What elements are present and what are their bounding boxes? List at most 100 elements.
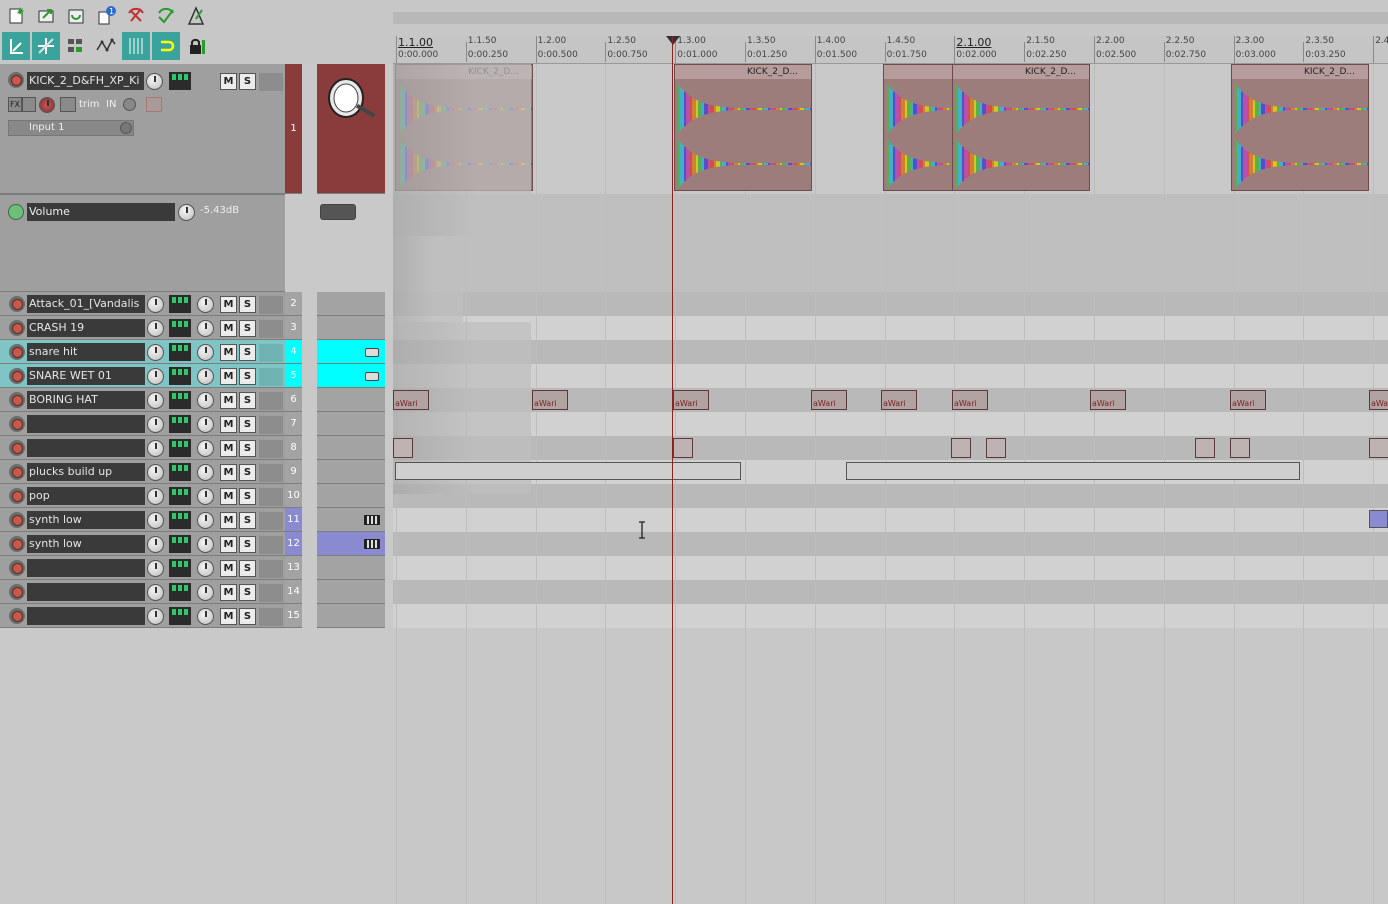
- ripple-edit-icon[interactable]: [32, 32, 60, 60]
- record-arm-button[interactable]: [9, 296, 25, 312]
- volume-knob[interactable]: [147, 368, 164, 385]
- track-name[interactable]: pop: [27, 487, 145, 505]
- audio-item-kick[interactable]: KICK_2_D...: [952, 64, 1090, 191]
- track-2[interactable]: Attack_01_[Vandalis M S 2: [0, 292, 393, 316]
- record-arm-button[interactable]: [9, 464, 25, 480]
- pan-knob[interactable]: [197, 608, 214, 625]
- hat-item[interactable]: aWari: [1090, 390, 1126, 410]
- project-settings-icon[interactable]: 1: [92, 2, 120, 30]
- mute-button[interactable]: M: [220, 344, 237, 361]
- lane-volume-envelope[interactable]: [393, 194, 1388, 292]
- record-arm-button[interactable]: [9, 320, 25, 336]
- hat-item[interactable]: aWari: [673, 390, 709, 410]
- lane-track[interactable]: [393, 340, 1388, 364]
- item-header[interactable]: KICK_2_D...: [1232, 65, 1368, 79]
- solo-button[interactable]: S: [239, 320, 256, 337]
- volume-knob[interactable]: [147, 488, 164, 505]
- perc-item[interactable]: [951, 438, 971, 458]
- track-7[interactable]: M S 7: [0, 412, 393, 436]
- volume-knob[interactable]: [147, 344, 164, 361]
- pan-knob[interactable]: [197, 512, 214, 529]
- mute-button[interactable]: M: [220, 73, 237, 90]
- undo-icon[interactable]: [122, 2, 150, 30]
- input-monitor-label[interactable]: IN: [106, 97, 116, 112]
- fx-bypass-icon[interactable]: [22, 97, 36, 112]
- pluck-item[interactable]: [846, 462, 1300, 480]
- hat-item[interactable]: aWari: [881, 390, 917, 410]
- hat-item[interactable]: aWari: [1230, 390, 1266, 410]
- audio-item-kick[interactable]: KICK_2_D...: [883, 64, 953, 191]
- solo-button[interactable]: S: [239, 416, 256, 433]
- solo-button[interactable]: S: [239, 440, 256, 457]
- volume-knob[interactable]: [147, 464, 164, 481]
- record-arm-button[interactable]: [9, 536, 25, 552]
- volume-knob[interactable]: [147, 296, 164, 313]
- metronome-icon[interactable]: [182, 2, 210, 30]
- volume-knob[interactable]: [147, 392, 164, 409]
- track-12[interactable]: synth low M S 12: [0, 532, 393, 556]
- solo-button[interactable]: S: [239, 392, 256, 409]
- track-8[interactable]: M S 8: [0, 436, 393, 460]
- pan-knob[interactable]: [197, 416, 214, 433]
- hat-item[interactable]: aWari: [811, 390, 847, 410]
- track-name[interactable]: [27, 415, 145, 433]
- route-button[interactable]: [169, 463, 191, 481]
- route-button[interactable]: [169, 295, 191, 313]
- mute-button[interactable]: M: [220, 536, 237, 553]
- route-button[interactable]: [169, 72, 191, 90]
- route-button[interactable]: [169, 559, 191, 577]
- track-name[interactable]: Attack_01_[Vandalis: [27, 295, 145, 313]
- volume-envelope-lane[interactable]: Volume -5.43dB: [0, 194, 393, 292]
- open-project-icon[interactable]: [32, 2, 60, 30]
- route-button[interactable]: [169, 583, 191, 601]
- monitor-dropdown-icon[interactable]: [123, 98, 136, 111]
- hat-item[interactable]: aWari: [1369, 390, 1388, 410]
- record-arm-button[interactable]: [9, 512, 25, 528]
- record-arm-button[interactable]: [9, 608, 25, 624]
- perc-item[interactable]: [1195, 438, 1215, 458]
- envelope-value-knob[interactable]: [178, 204, 195, 221]
- pan-knob[interactable]: [197, 344, 214, 361]
- timeline-ruler[interactable]: 1.1.00 0:00.000 1.1.50 0:00.250 1.2.00 0:00.5…: [393, 36, 1388, 64]
- pan-knob[interactable]: [197, 368, 214, 385]
- mute-button[interactable]: M: [220, 320, 237, 337]
- mute-button[interactable]: M: [220, 512, 237, 529]
- track-13[interactable]: M S 13: [0, 556, 393, 580]
- item-header[interactable]: KICK_2_D...: [884, 65, 952, 79]
- pan-knob[interactable]: [197, 584, 214, 601]
- mute-button[interactable]: M: [220, 488, 237, 505]
- volume-knob[interactable]: [146, 73, 163, 90]
- lane-track[interactable]: [393, 604, 1388, 628]
- record-arm-button[interactable]: [9, 368, 25, 384]
- route-button[interactable]: [169, 367, 191, 385]
- audio-item-kick[interactable]: KICK_2_D...: [674, 64, 812, 191]
- solo-button[interactable]: S: [239, 536, 256, 553]
- audio-item-kick[interactable]: KICK_2_D...: [1231, 64, 1369, 191]
- envelope-modulation-icon[interactable]: [320, 204, 356, 220]
- pan-knob[interactable]: [197, 488, 214, 505]
- volume-knob[interactable]: [147, 608, 164, 625]
- track-3[interactable]: CRASH 19 M S 3: [0, 316, 393, 340]
- perc-item[interactable]: [1369, 438, 1388, 458]
- perc-item[interactable]: [1230, 438, 1250, 458]
- volume-knob[interactable]: [147, 416, 164, 433]
- perc-item[interactable]: [393, 438, 413, 458]
- pan-knob[interactable]: [197, 440, 214, 457]
- grid-snap-icon[interactable]: [2, 32, 30, 60]
- pan-knob[interactable]: [197, 464, 214, 481]
- mute-button[interactable]: M: [220, 608, 237, 625]
- track-11[interactable]: synth low M S 11: [0, 508, 393, 532]
- track-name[interactable]: plucks build up: [27, 463, 145, 481]
- record-arm-button[interactable]: [9, 584, 25, 600]
- lane-track[interactable]: [393, 580, 1388, 604]
- record-arm-button[interactable]: [8, 72, 24, 88]
- lane-track[interactable]: [393, 412, 1388, 436]
- route-button[interactable]: [169, 343, 191, 361]
- track-name[interactable]: BORING HAT: [27, 391, 145, 409]
- solo-button[interactable]: S: [239, 368, 256, 385]
- track-name[interactable]: SNARE WET 01: [27, 367, 145, 385]
- solo-button[interactable]: S: [239, 512, 256, 529]
- track-name[interactable]: [27, 583, 145, 601]
- track-name[interactable]: CRASH 19: [27, 319, 145, 337]
- solo-button[interactable]: S: [239, 464, 256, 481]
